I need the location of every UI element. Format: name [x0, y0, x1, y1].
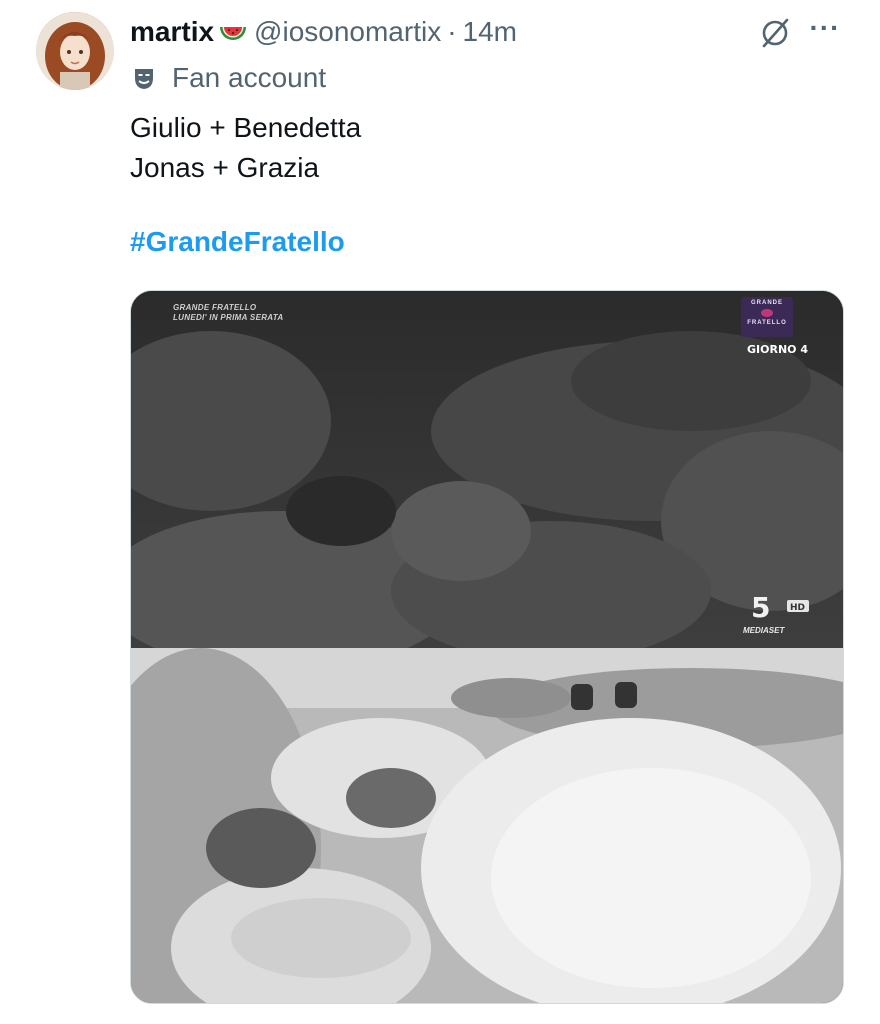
post-text: Giulio + Benedetta Jonas + Grazia [130, 108, 361, 188]
grok-icon[interactable] [758, 16, 792, 50]
account-label-text: Fan account [172, 62, 327, 93]
channel-label: MEDIASET [743, 626, 785, 635]
svg-text:5: 5 [751, 591, 770, 624]
user-handle[interactable]: @iosonomartix [254, 16, 441, 48]
post-text-line-2: Jonas + Grazia [130, 152, 320, 183]
account-label: Fan account [130, 60, 326, 96]
theater-mask-icon [130, 64, 158, 92]
overlay-title: GRANDE FRATELLO LUNEDI' IN PRIMA SERATA [173, 303, 283, 323]
eye-icon [761, 309, 773, 317]
post-header: martix @iosonomartix · 14m [130, 14, 517, 50]
display-name[interactable]: martix [130, 16, 214, 48]
hashtag-link[interactable]: #GrandeFratello [130, 226, 345, 258]
avatar[interactable] [36, 12, 114, 90]
watermelon-icon [218, 17, 248, 47]
post-timestamp[interactable]: 14m [463, 16, 517, 48]
show-logo-line-2: FRATELLO [747, 320, 787, 326]
show-logo-line-1: GRANDE [750, 300, 783, 306]
day-counter: GIORNO 4 [747, 343, 808, 356]
channel-hd: HD [790, 603, 805, 613]
post-text-line-1: Giulio + Benedetta [130, 112, 362, 143]
avatar-illustration [36, 12, 114, 90]
separator-dot: · [447, 16, 457, 47]
post-media[interactable]: GRANDE FRATELLO LUNEDI' IN PRIMA SERATA … [130, 290, 844, 1004]
media-frame-bottom [131, 648, 843, 1003]
more-icon[interactable]: ··· [806, 14, 844, 46]
overlay-title-line-1: GRANDE FRATELLO [173, 303, 257, 312]
overlay-title-line-2: LUNEDI' IN PRIMA SERATA [173, 313, 284, 322]
show-logo: GRANDE FRATELLO [741, 297, 793, 337]
media-frame-top: GRANDE FRATELLO LUNEDI' IN PRIMA SERATA … [131, 291, 843, 648]
